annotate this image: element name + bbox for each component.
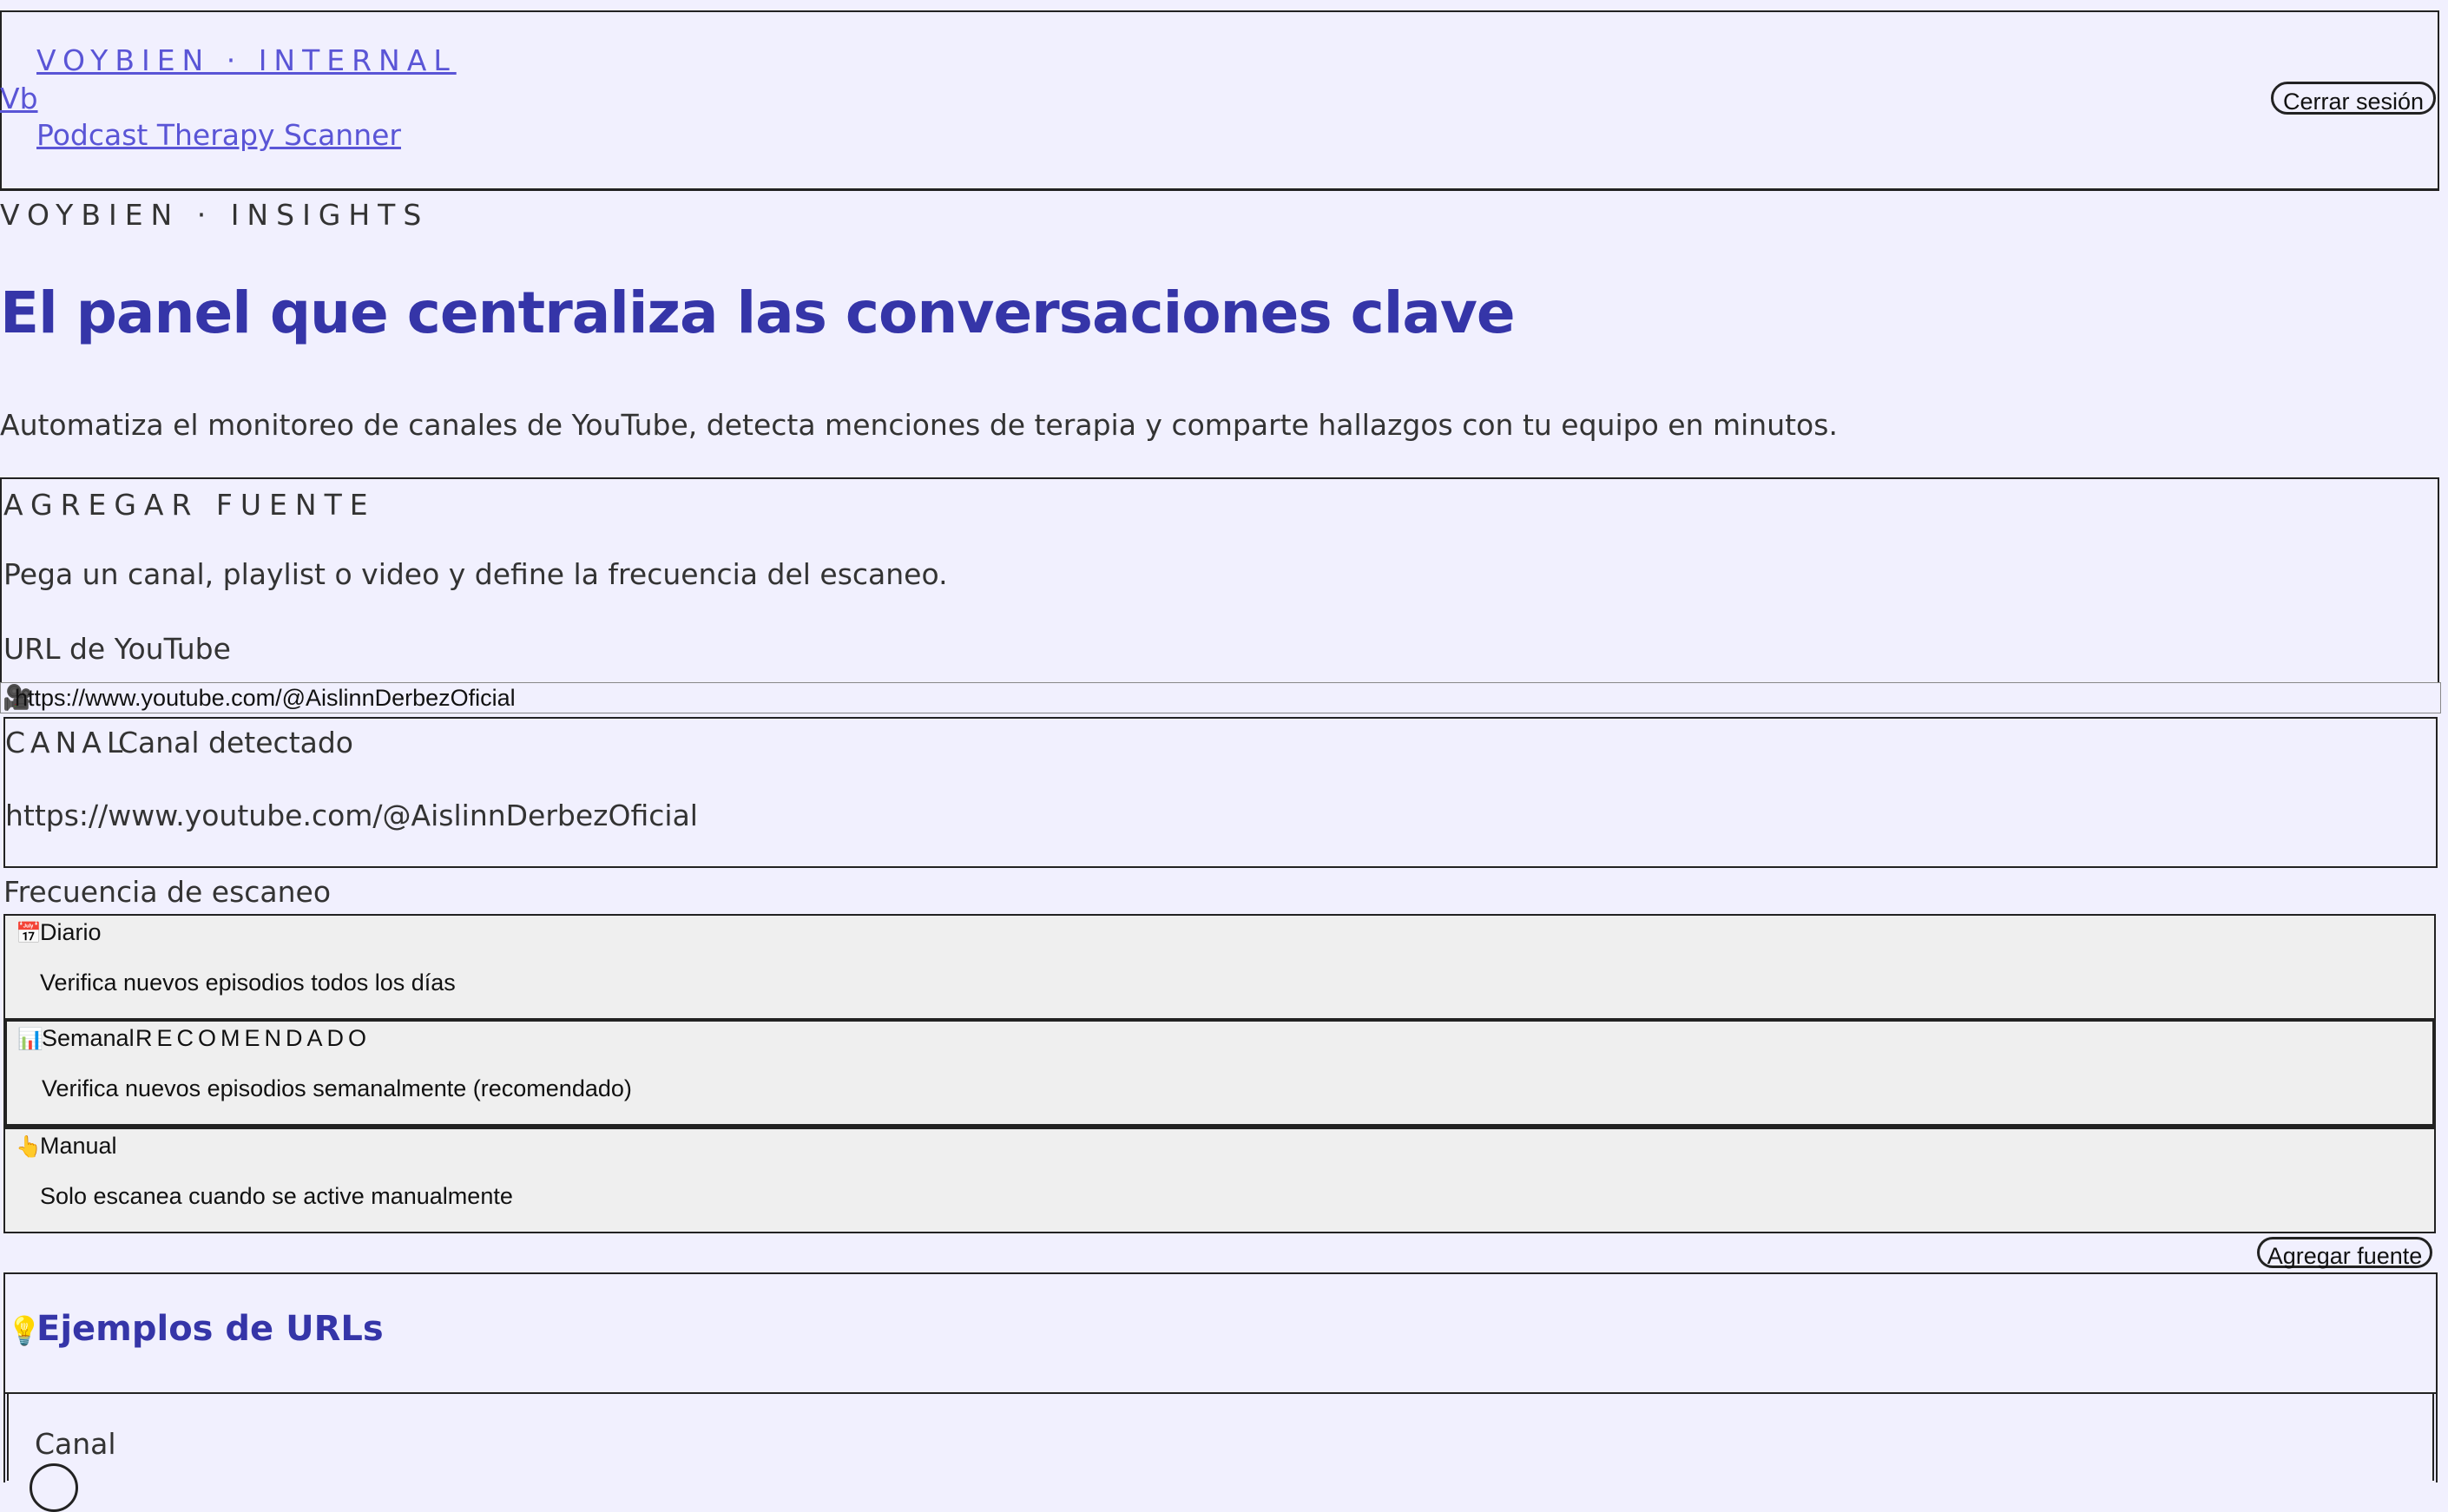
frequency-option-daily[interactable]: 📅 Diario Verifica nuevos episodios todos… <box>3 914 2436 1020</box>
logout-button[interactable]: Cerrar sesión <box>2271 82 2436 115</box>
youtube-url-value[interactable]: https://www.youtube.com/@AislinnDerbezOf… <box>15 683 516 713</box>
frequency-option-description: Verifica nuevos episodios semanalmente (… <box>42 1075 632 1101</box>
examples-title: Ejemplos de URLs <box>36 1309 384 1349</box>
add-source-description: Pega un canal, playlist o video y define… <box>3 557 948 591</box>
add-source-title: AGREGAR FUENTE <box>3 488 376 522</box>
chart-icon: 📊 <box>17 1028 43 1051</box>
brand-subtitle-link[interactable]: Podcast Therapy Scanner <box>36 118 401 152</box>
frequency-option-name: Manual <box>40 1133 117 1159</box>
hand-icon: 👆 <box>16 1135 42 1159</box>
frequency-option-description: Solo escanea cuando se active manualment… <box>40 1183 513 1209</box>
app-header <box>0 10 2439 191</box>
brand-eyebrow-link[interactable]: VOYBIEN · INTERNAL <box>36 43 457 77</box>
detected-channel-card <box>3 717 2438 868</box>
frequency-option-manual[interactable]: 👆 Manual Solo escanea cuando se active m… <box>3 1127 2436 1233</box>
detected-channel-label: Canal detectado <box>118 726 353 759</box>
example-item-label: Canal <box>35 1427 116 1461</box>
example-item-card <box>7 1394 2434 1481</box>
frequency-option-description: Verifica nuevos episodios todos los días <box>40 970 456 996</box>
frequency-option-name: Diario <box>40 919 102 945</box>
channel-type-badge: CANAL <box>5 726 128 759</box>
frequency-option-name: Semanal <box>42 1025 135 1051</box>
hero-description: Automatiza el monitoreo de canales de Yo… <box>0 408 1838 442</box>
example-item-icon <box>30 1463 78 1512</box>
hero-eyebrow: VOYBIEN · INSIGHTS <box>0 198 430 232</box>
page-title: El panel que centraliza las conversacion… <box>0 279 1516 346</box>
add-source-button[interactable]: Agregar fuente <box>2257 1237 2432 1269</box>
url-field-label: URL de YouTube <box>3 632 231 666</box>
frequency-option-weekly[interactable]: 📊 Semanal RECOMENDADO Verifica nuevos ep… <box>3 1018 2436 1127</box>
calendar-icon: 📅 <box>16 922 42 945</box>
recommended-badge: RECOMENDADO <box>135 1025 372 1051</box>
brand-logo-link[interactable]: Vb <box>0 82 38 115</box>
frequency-label: Frecuencia de escaneo <box>3 875 332 909</box>
detected-channel-url: https://www.youtube.com/@AislinnDerbezOf… <box>5 799 698 832</box>
youtube-url-input[interactable]: 🎥 https://www.youtube.com/@AislinnDerbez… <box>0 682 2441 713</box>
